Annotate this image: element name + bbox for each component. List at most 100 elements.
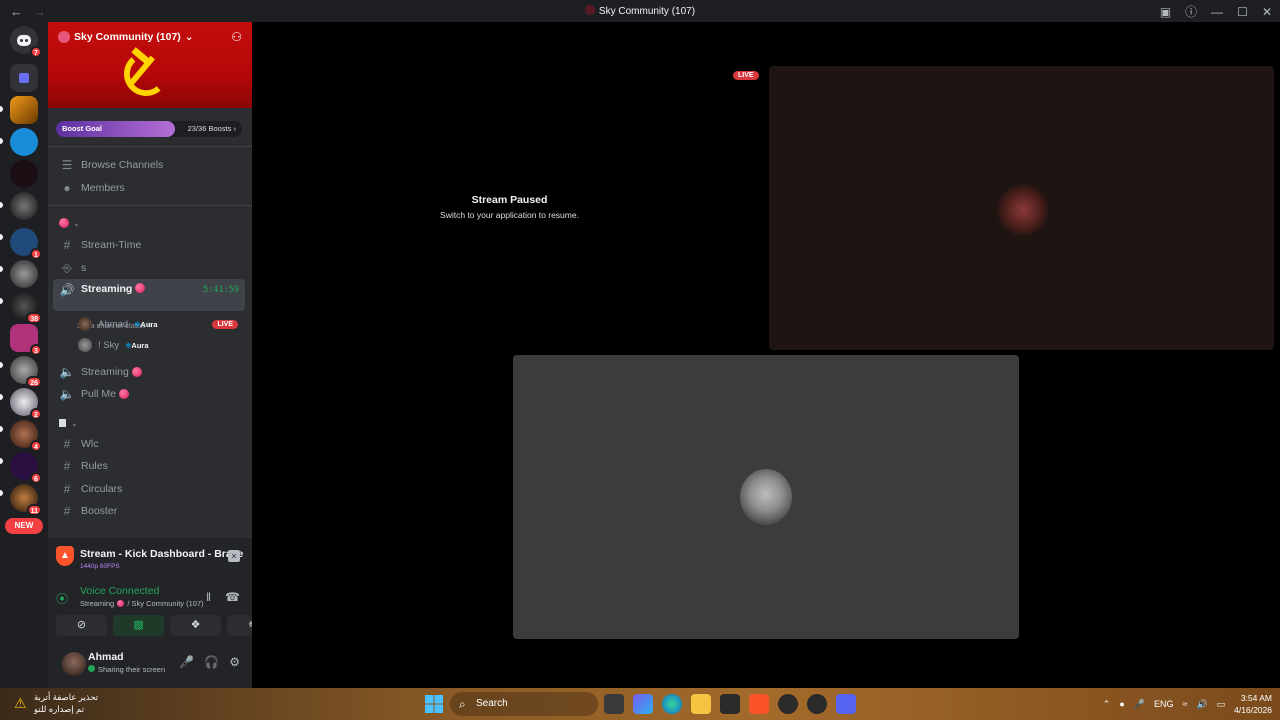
discord-icon[interactable] <box>836 694 856 714</box>
boost-goal-bar[interactable]: Boost Goal 23/36 Boosts › <box>56 121 242 137</box>
server-icon-dark[interactable] <box>10 192 38 220</box>
category-2[interactable]: ⌄ <box>53 415 245 431</box>
server-icon-face[interactable]: 4 <box>10 420 42 452</box>
clock-time: 3:54 AM <box>1240 693 1272 703</box>
volume-icon[interactable]: 🔊 <box>1196 699 1207 710</box>
activities-button[interactable]: ❖ <box>170 615 221 636</box>
server-icon-night[interactable]: 38 <box>10 292 42 324</box>
server-icon-rz[interactable]: 3 <box>10 324 42 356</box>
server-rail: 7 1 38 3 26 2 4 6 11 NEW <box>0 22 48 688</box>
unread-pill <box>0 394 3 400</box>
discord-home-icon[interactable]: 7 <box>10 26 42 58</box>
forward-icon[interactable]: → <box>33 4 46 19</box>
unread-pill <box>0 266 3 272</box>
weather-alert-title[interactable]: تحذير عاصفة أتربة <box>34 692 98 703</box>
dm-folder-icon[interactable] <box>10 64 38 92</box>
server-icon-orange[interactable]: 11 <box>10 484 42 516</box>
server-icon-aw[interactable] <box>10 96 38 124</box>
windows-start-icon[interactable] <box>424 694 444 714</box>
voice-channel-pull-me[interactable]: 🔈 Pull Me <box>53 383 245 405</box>
unread-pill <box>0 426 3 432</box>
headphones-icon[interactable]: 🎧 <box>204 655 219 669</box>
help-icon[interactable]: ⓘ <box>1185 3 1197 20</box>
server-icon-person[interactable]: 26 <box>10 356 42 388</box>
widgets-icon[interactable] <box>633 694 653 714</box>
window-controls: ▣ ⓘ — ☐ ✕ <box>1160 3 1272 20</box>
stream-tile[interactable] <box>769 66 1274 350</box>
wifi-icon[interactable]: ≈ <box>1182 699 1187 709</box>
guild-header[interactable]: Sky Community (107) ⌄ <box>58 31 194 43</box>
brave-icon[interactable] <box>749 694 769 714</box>
minimize-icon[interactable]: — <box>1211 5 1223 19</box>
channel-emoji-icon <box>135 283 146 293</box>
store-icon[interactable] <box>720 694 740 714</box>
gear-icon[interactable]: ⚙ <box>229 655 240 669</box>
voice-channel-info[interactable]: Streaming / Sky Community (107) <box>80 599 204 608</box>
screen-share-button[interactable]: ▩ <box>113 615 164 636</box>
obs-icon[interactable] <box>778 694 798 714</box>
unread-pill <box>0 298 3 304</box>
channel-circulars[interactable]: # Circulars <box>53 478 245 500</box>
weather-alert-subtitle[interactable]: تم إصداره للتو <box>34 704 84 715</box>
channel-s[interactable]: ⎆ s <box>53 257 245 279</box>
language-indicator[interactable]: ENG <box>1154 699 1174 709</box>
battery-icon[interactable]: ▭ <box>1217 699 1226 710</box>
settings-app-icon[interactable] <box>807 694 827 714</box>
category-emoji-icon <box>59 419 66 427</box>
voice-channel-streaming-active[interactable]: 🔊 Streaming 5:41:59 <box>53 279 245 311</box>
browse-channels[interactable]: ☰ Browse Channels <box>53 154 245 176</box>
unread-pill <box>0 362 3 368</box>
channel-emoji-icon <box>117 600 125 607</box>
voice-guild-name: / Sky Community (107) <box>127 599 204 608</box>
hammer-sickle-icon <box>124 47 161 97</box>
clock[interactable]: 3:54 AM 4/16/2026 <box>1234 692 1272 716</box>
server-icon-s[interactable]: 1 <box>10 228 42 260</box>
add-member-icon[interactable]: ⚇ <box>231 30 242 44</box>
file-explorer-icon[interactable] <box>691 694 711 714</box>
voice-user-name: Ahmad <box>98 318 129 330</box>
channel-rules[interactable]: # Rules <box>53 455 245 477</box>
microphone-icon[interactable]: 🎤 <box>179 655 194 669</box>
speaker-icon: 🔈 <box>59 387 75 401</box>
category-1[interactable]: ⌄ <box>53 215 245 231</box>
avatar[interactable] <box>62 652 86 676</box>
clock-date: 4/16/2026 <box>1234 705 1272 715</box>
stop-stream-icon[interactable]: × <box>228 550 240 562</box>
channel-stream-time[interactable]: # Stream-Time <box>53 234 245 256</box>
browse-label: Browse Channels <box>81 159 164 171</box>
server-icon-blue[interactable] <box>10 128 38 156</box>
members[interactable]: ● Members <box>53 177 245 199</box>
chevron-up-icon[interactable]: ⌃ <box>1103 699 1111 710</box>
channel-wlc[interactable]: # Wlc <box>53 433 245 455</box>
participant-tile[interactable] <box>513 355 1019 639</box>
server-icon-purple[interactable]: 6 <box>10 452 42 484</box>
hashtag-icon: # <box>63 437 71 451</box>
voice-user-sky[interactable]: ! Sky Aura <box>78 335 248 355</box>
mention-badge: 26 <box>26 376 42 388</box>
server-icon-skull[interactable]: 2 <box>10 388 42 420</box>
server-icon-gray[interactable] <box>10 260 38 288</box>
tray-app-icon[interactable]: ● <box>1119 699 1124 709</box>
back-icon[interactable]: ← <box>10 4 23 19</box>
stream-preview-card[interactable]: ▲ Stream - Kick Dashboard - Brave 1440p … <box>56 544 244 574</box>
channel-label: Stream-Time <box>81 239 142 251</box>
stream-paused-notice: Stream Paused Switch to your application… <box>252 194 767 220</box>
channel-booster[interactable]: # Booster <box>53 500 245 522</box>
taskbar-search[interactable]: Search <box>450 692 598 716</box>
inbox-icon[interactable]: ▣ <box>1160 5 1171 19</box>
microphone-icon[interactable]: 🎤 <box>1134 699 1145 710</box>
voice-channel-streaming[interactable]: 🔈 Streaming <box>53 361 245 383</box>
close-icon[interactable]: ✕ <box>1262 5 1272 19</box>
voice-user-name: ! Sky <box>98 339 120 351</box>
username[interactable]: Ahmad <box>88 651 124 663</box>
edge-icon[interactable] <box>662 694 682 714</box>
noise-suppression-icon[interactable]: ‖ <box>206 590 211 604</box>
camera-off-button[interactable]: ⊘ <box>56 615 107 636</box>
server-icon-red[interactable] <box>10 160 38 188</box>
disconnect-icon[interactable]: ☎ <box>225 590 240 604</box>
voice-user-ahmad[interactable]: Ahmad Aura LIVE <box>78 314 248 334</box>
maximize-icon[interactable]: ☐ <box>1237 5 1248 19</box>
voice-connected-label[interactable]: Voice Connected <box>80 585 159 597</box>
task-view-icon[interactable] <box>604 694 624 714</box>
guild-banner: Sky Community (107) ⌄ ⚇ <box>48 22 252 108</box>
